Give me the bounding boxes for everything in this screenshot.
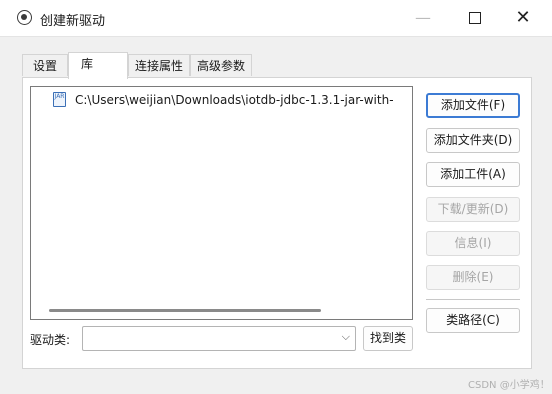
horizontal-scrollbar[interactable] bbox=[49, 309, 321, 312]
minimize-button[interactable]: — bbox=[400, 0, 446, 36]
maximize-icon bbox=[469, 11, 481, 24]
app-icon bbox=[17, 10, 32, 25]
add-file-button[interactable]: 添加文件(F) bbox=[426, 93, 520, 118]
tab-connection-properties[interactable]: 连接属性 bbox=[128, 54, 190, 76]
library-path: C:\Users\weijian\Downloads\iotdb-jdbc-1.… bbox=[75, 93, 394, 107]
close-button[interactable]: ✕ bbox=[500, 0, 546, 36]
watermark: CSDN @小学鸡！ bbox=[468, 380, 550, 391]
maximize-button[interactable] bbox=[452, 0, 498, 36]
library-list[interactable]: JAR C:\Users\weijian\Downloads\iotdb-jdb… bbox=[30, 86, 413, 320]
download-update-button[interactable]: 下载/更新(D) bbox=[426, 197, 520, 222]
tab-advanced-parameters[interactable]: 高级参数 bbox=[190, 54, 252, 76]
window-title: 创建新驱动 bbox=[40, 14, 106, 29]
tab-settings[interactable]: 设置 bbox=[22, 54, 68, 76]
driver-class-combobox[interactable]: ⌵ bbox=[82, 326, 356, 351]
add-artifact-button[interactable]: 添加工件(A) bbox=[426, 162, 520, 187]
button-separator bbox=[426, 299, 520, 300]
classpath-button[interactable]: 类路径(C) bbox=[426, 308, 520, 333]
tab-library[interactable]: 库 bbox=[68, 52, 128, 79]
create-driver-dialog: 创建新驱动 — ✕ 设置 库 连接属性 高级参数 JAR C:\Users\we… bbox=[0, 0, 552, 394]
info-button[interactable]: 信息(I) bbox=[426, 231, 520, 256]
jar-file-icon: JAR bbox=[53, 92, 66, 107]
driver-class-label: 驱动类: bbox=[30, 333, 71, 347]
add-folder-button[interactable]: 添加文件夹(D) bbox=[426, 128, 520, 153]
chevron-down-icon[interactable]: ⌵ bbox=[342, 330, 350, 344]
find-class-button[interactable]: 找到类 bbox=[363, 326, 413, 351]
title-bar: 创建新驱动 — ✕ bbox=[0, 0, 552, 37]
delete-button[interactable]: 删除(E) bbox=[426, 265, 520, 290]
